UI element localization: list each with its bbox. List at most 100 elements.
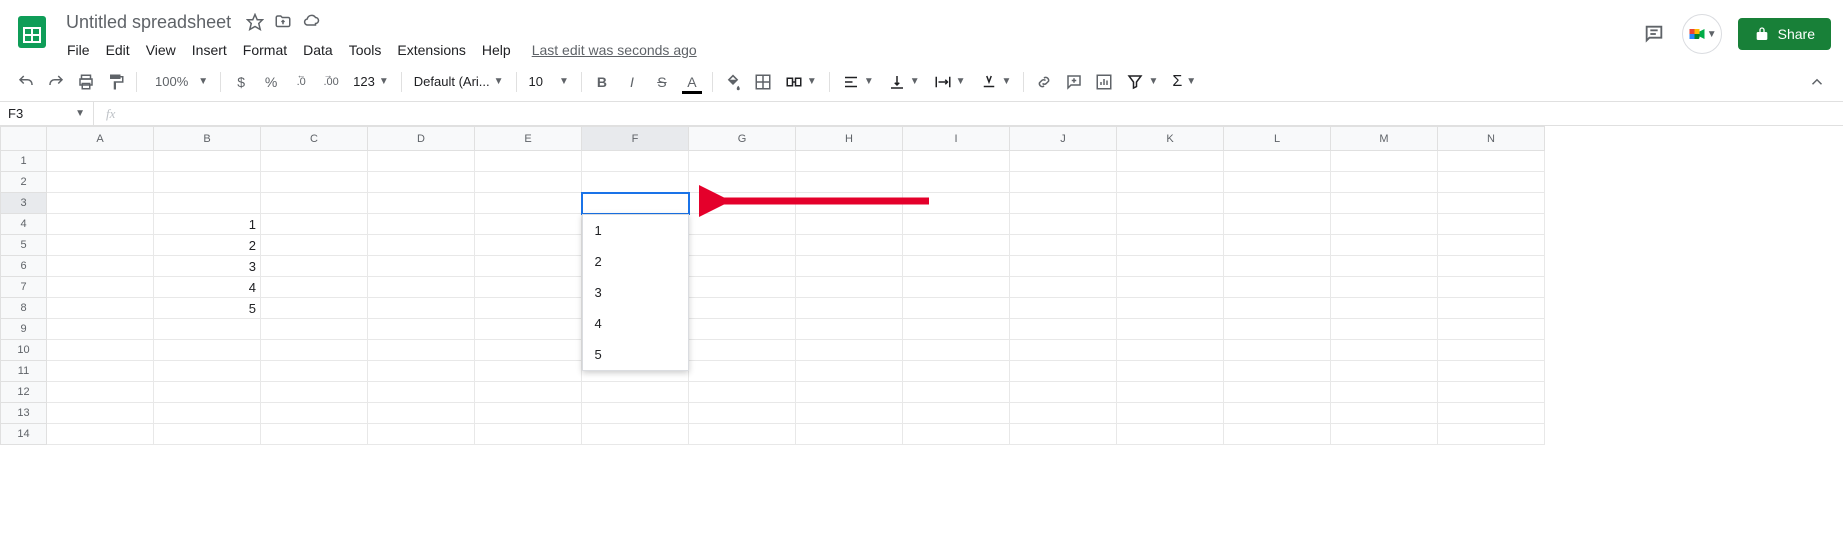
undo-button[interactable] <box>12 68 40 96</box>
cell-J12[interactable] <box>1010 382 1117 403</box>
cell-G3[interactable] <box>689 193 796 214</box>
cell-H9[interactable] <box>796 319 903 340</box>
cell-B6[interactable]: 3 <box>154 256 261 277</box>
horizontal-align-button[interactable]: ▼ <box>836 73 880 91</box>
row-header[interactable]: 3 <box>1 193 47 214</box>
cell-M1[interactable] <box>1331 151 1438 172</box>
cell-A6[interactable] <box>47 256 154 277</box>
text-rotation-button[interactable]: ▼ <box>974 73 1018 91</box>
menu-edit[interactable]: Edit <box>99 38 137 62</box>
cell-E14[interactable] <box>475 424 582 445</box>
cell-B7[interactable]: 4 <box>154 277 261 298</box>
cell-C3[interactable] <box>261 193 368 214</box>
cell-I13[interactable] <box>903 403 1010 424</box>
cell-D1[interactable] <box>368 151 475 172</box>
cell-K1[interactable] <box>1117 151 1224 172</box>
col-header[interactable]: N <box>1438 127 1545 151</box>
cloud-status-icon[interactable] <box>301 12 321 32</box>
cell-C6[interactable] <box>261 256 368 277</box>
cell-A7[interactable] <box>47 277 154 298</box>
dropdown-item[interactable]: 4 <box>583 308 688 339</box>
cell-A2[interactable] <box>47 172 154 193</box>
cell-N2[interactable] <box>1438 172 1545 193</box>
cell-D8[interactable] <box>368 298 475 319</box>
cell-B4[interactable]: 1 <box>154 214 261 235</box>
cell-K9[interactable] <box>1117 319 1224 340</box>
col-header[interactable]: C <box>261 127 368 151</box>
font-select[interactable]: Default (Ari...▼ <box>408 74 510 89</box>
col-header[interactable]: I <box>903 127 1010 151</box>
cell-N1[interactable] <box>1438 151 1545 172</box>
cell-G10[interactable] <box>689 340 796 361</box>
row-header[interactable]: 13 <box>1 403 47 424</box>
dropdown-item[interactable]: 1 <box>583 215 688 246</box>
cell-L2[interactable] <box>1224 172 1331 193</box>
cell-H10[interactable] <box>796 340 903 361</box>
cell-D4[interactable] <box>368 214 475 235</box>
cell-N10[interactable] <box>1438 340 1545 361</box>
cell-K2[interactable] <box>1117 172 1224 193</box>
cell-H1[interactable] <box>796 151 903 172</box>
cell-B13[interactable] <box>154 403 261 424</box>
share-button[interactable]: Share <box>1738 18 1831 50</box>
cell-M2[interactable] <box>1331 172 1438 193</box>
cell-L12[interactable] <box>1224 382 1331 403</box>
name-box[interactable]: F3 ▼ <box>0 102 94 125</box>
cell-I11[interactable] <box>903 361 1010 382</box>
cell-M5[interactable] <box>1331 235 1438 256</box>
menu-help[interactable]: Help <box>475 38 518 62</box>
cell-A3[interactable] <box>47 193 154 214</box>
cell-D14[interactable] <box>368 424 475 445</box>
menu-insert[interactable]: Insert <box>185 38 234 62</box>
cell-K5[interactable] <box>1117 235 1224 256</box>
borders-button[interactable] <box>749 68 777 96</box>
vertical-align-button[interactable]: ▼ <box>882 73 926 91</box>
cell-F14[interactable] <box>582 424 689 445</box>
row-header[interactable]: 9 <box>1 319 47 340</box>
col-header[interactable]: J <box>1010 127 1117 151</box>
cell-B12[interactable] <box>154 382 261 403</box>
cell-N14[interactable] <box>1438 424 1545 445</box>
insert-link-button[interactable] <box>1030 68 1058 96</box>
filter-button[interactable]: ▼ <box>1120 73 1164 91</box>
cell-I3[interactable] <box>903 193 1010 214</box>
doc-title[interactable]: Untitled spreadsheet <box>60 10 237 35</box>
cell-L8[interactable] <box>1224 298 1331 319</box>
cell-D12[interactable] <box>368 382 475 403</box>
cell-C4[interactable] <box>261 214 368 235</box>
row-header[interactable]: 14 <box>1 424 47 445</box>
cell-C13[interactable] <box>261 403 368 424</box>
cell-A1[interactable] <box>47 151 154 172</box>
sheets-logo[interactable] <box>12 12 52 52</box>
cell-A4[interactable] <box>47 214 154 235</box>
cell-B9[interactable] <box>154 319 261 340</box>
text-wrap-button[interactable]: ▼ <box>928 73 972 91</box>
cell-D13[interactable] <box>368 403 475 424</box>
cell-N11[interactable] <box>1438 361 1545 382</box>
cell-E2[interactable] <box>475 172 582 193</box>
cell-F3[interactable] <box>582 193 689 214</box>
cell-K11[interactable] <box>1117 361 1224 382</box>
cell-E7[interactable] <box>475 277 582 298</box>
cell-C10[interactable] <box>261 340 368 361</box>
italic-button[interactable]: I <box>618 68 646 96</box>
cell-L13[interactable] <box>1224 403 1331 424</box>
cell-M10[interactable] <box>1331 340 1438 361</box>
col-header[interactable]: G <box>689 127 796 151</box>
menu-extensions[interactable]: Extensions <box>390 38 472 62</box>
cell-E3[interactable] <box>475 193 582 214</box>
cell-D2[interactable] <box>368 172 475 193</box>
cell-G4[interactable] <box>689 214 796 235</box>
insert-comment-button[interactable] <box>1060 68 1088 96</box>
cell-A12[interactable] <box>47 382 154 403</box>
cell-D3[interactable] <box>368 193 475 214</box>
row-header[interactable]: 10 <box>1 340 47 361</box>
cell-C2[interactable] <box>261 172 368 193</box>
cell-D6[interactable] <box>368 256 475 277</box>
cell-H13[interactable] <box>796 403 903 424</box>
cell-B8[interactable]: 5 <box>154 298 261 319</box>
cell-E6[interactable] <box>475 256 582 277</box>
cell-K13[interactable] <box>1117 403 1224 424</box>
cell-F1[interactable] <box>582 151 689 172</box>
col-header[interactable]: M <box>1331 127 1438 151</box>
